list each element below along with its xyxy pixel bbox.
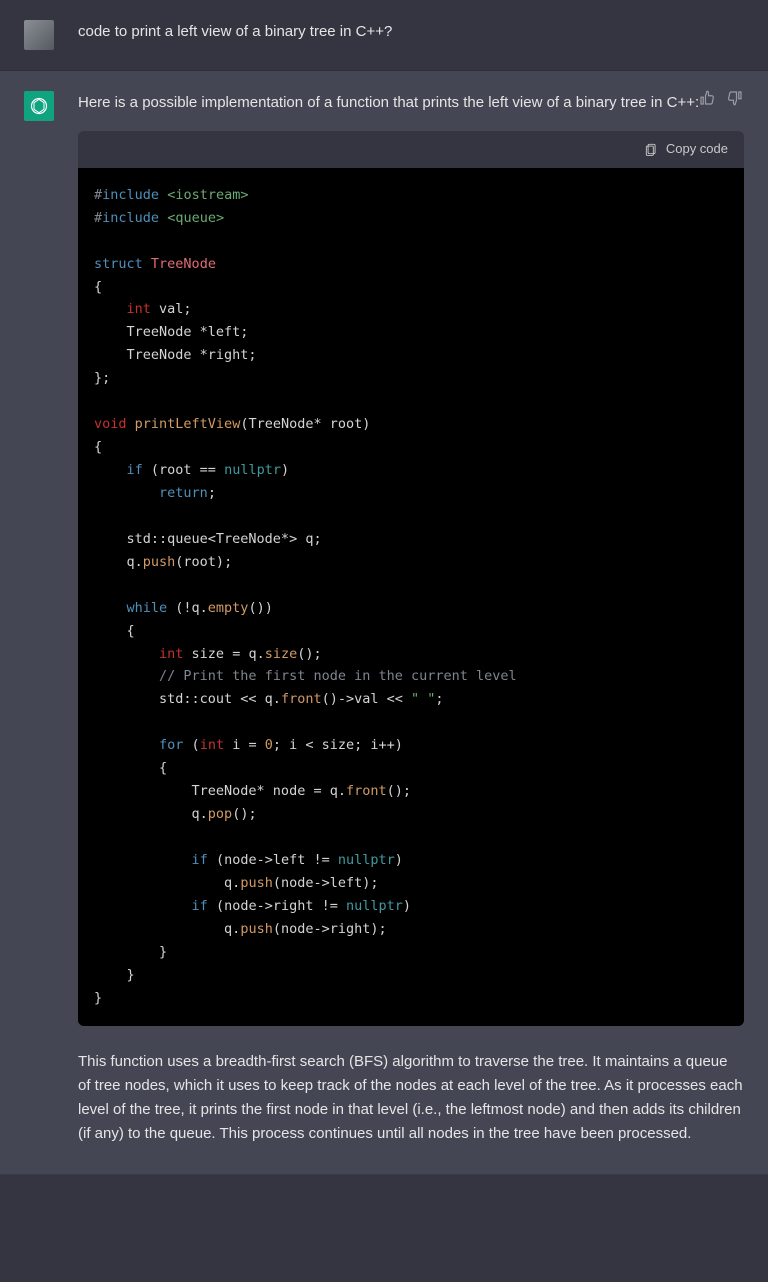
thumbs-down-icon [726, 89, 744, 107]
user-message: code to print a left view of a binary tr… [0, 0, 768, 71]
assistant-intro: Here is a possible implementation of a f… [78, 91, 744, 115]
code-block: Copy code #include <iostream> #include <… [78, 131, 744, 1026]
thumbs-up-button[interactable] [698, 89, 716, 112]
assistant-avatar [24, 91, 54, 121]
feedback-row [698, 89, 744, 112]
thumbs-down-button[interactable] [726, 89, 744, 112]
assistant-explanation: This function uses a breadth-first searc… [78, 1050, 744, 1146]
user-prompt: code to print a left view of a binary tr… [78, 20, 744, 50]
user-avatar [24, 20, 54, 50]
openai-icon [29, 96, 49, 116]
code-header: Copy code [78, 131, 744, 168]
copy-code-button[interactable]: Copy code [644, 139, 728, 160]
clipboard-icon [644, 142, 658, 156]
thumbs-up-icon [698, 89, 716, 107]
assistant-content: Here is a possible implementation of a f… [78, 91, 744, 1154]
assistant-message: Here is a possible implementation of a f… [0, 71, 768, 1175]
copy-code-label: Copy code [666, 139, 728, 160]
code-content: #include <iostream> #include <queue> str… [78, 168, 744, 1026]
